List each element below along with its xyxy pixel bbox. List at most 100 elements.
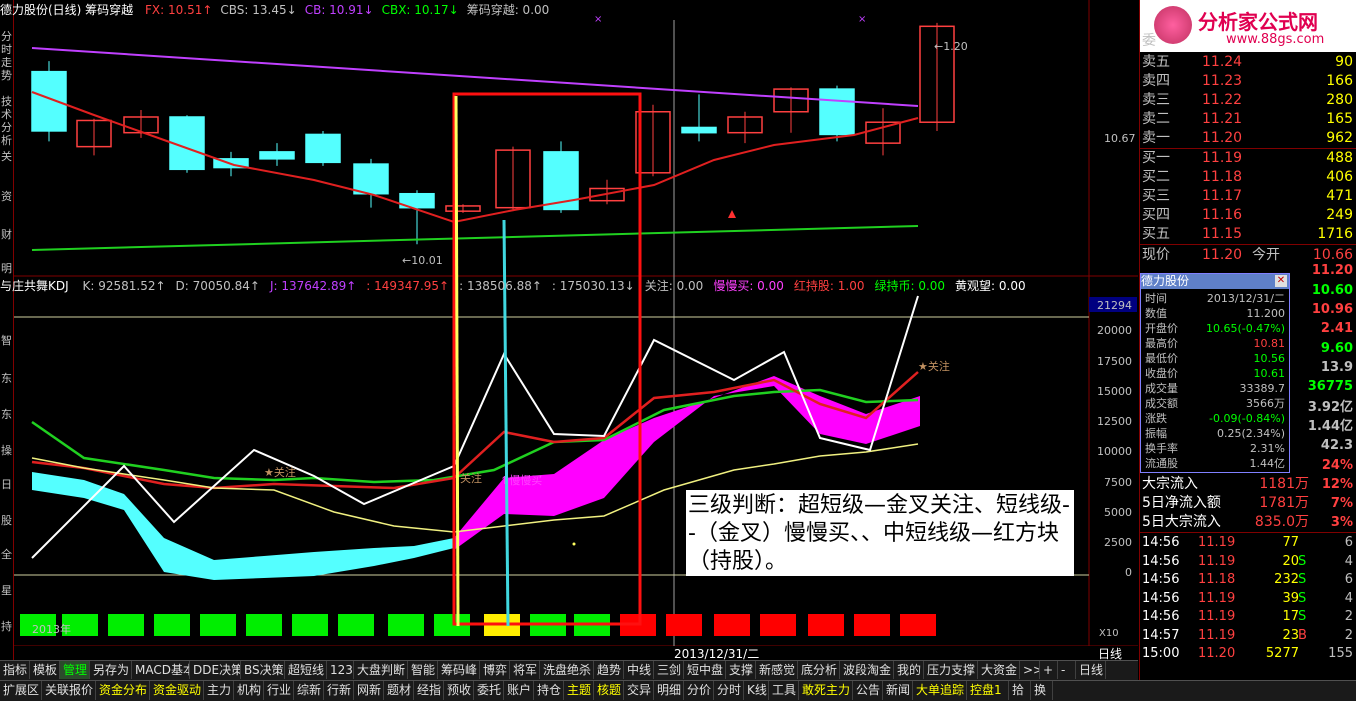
function-tab[interactable]: 工具 [769, 681, 799, 700]
indicator-tab[interactable]: 新感觉 [756, 661, 798, 679]
indicator-tab[interactable]: 模板 [30, 661, 60, 679]
function-tab[interactable]: 交异 [624, 681, 654, 700]
indicator-tab[interactable]: 另存为 [90, 661, 132, 679]
bid-row[interactable]: 买四 11.16 249 [1140, 206, 1356, 225]
sidebar-tab[interactable]: 持 [0, 620, 13, 633]
popup-row-label: 换手率 [1145, 442, 1178, 455]
function-tab[interactable]: 网新 [354, 681, 384, 700]
sidebar-tab-label: 财 [1, 228, 12, 241]
sidebar-tab[interactable]: 分时走势 [0, 30, 13, 82]
sidebar-tab[interactable]: 智 [0, 334, 13, 347]
indicator-tab[interactable]: 中线 [624, 661, 654, 679]
sidebar-tab[interactable]: 东 [0, 408, 13, 421]
indicator-tab[interactable]: 将军 [510, 661, 540, 679]
ask-row[interactable]: 卖五 11.24 90 [1140, 53, 1356, 72]
function-tab[interactable]: 经指 [414, 681, 444, 700]
data-popup[interactable]: 德力股份 ✕ 时间 2013/12/31/二 数值 11.200 开盘价 10.65(-0… [1140, 273, 1290, 473]
sidebar-tab[interactable]: 日 [0, 478, 13, 491]
function-tab[interactable]: 题材 [384, 681, 414, 700]
function-tab[interactable]: 机构 [234, 681, 264, 700]
tick-flag: B [1298, 627, 1307, 643]
function-tab[interactable]: 主力 [204, 681, 234, 700]
indicator-tab[interactable]: - [1058, 661, 1076, 679]
function-tab[interactable]: 预收 [444, 681, 474, 700]
close-icon[interactable]: ✕ [1275, 275, 1287, 287]
popup-row-value: 11.200 [1246, 307, 1286, 320]
function-tab[interactable]: 账户 [504, 681, 534, 700]
bid-row[interactable]: 买五 11.15 1716 [1140, 225, 1356, 244]
indicator-tab[interactable]: MACD基本 [132, 661, 190, 679]
indicator-tab[interactable]: 管理 [60, 661, 90, 679]
bid-row[interactable]: 买二 11.18 406 [1140, 168, 1356, 187]
function-tab[interactable]: 核题 [594, 681, 624, 700]
function-tab[interactable]: 拾 [1009, 681, 1031, 700]
popup-row-value: 2.31% [1250, 442, 1285, 455]
sidebar-tab[interactable]: 操 [0, 444, 13, 457]
popup-row: 换手率 2.31% [1141, 441, 1289, 456]
sidebar-tab[interactable]: 股 [0, 514, 13, 527]
sidebar-tab[interactable]: 全 [0, 548, 13, 561]
bid-row[interactable]: 买三 11.17 471 [1140, 187, 1356, 206]
function-tab[interactable]: 行新 [324, 681, 354, 700]
tick-time: 15:00 [1142, 646, 1180, 661]
indicator-tab[interactable]: 智能 [408, 661, 438, 679]
indicator-tab[interactable]: >> [1020, 661, 1040, 679]
indicator-tab[interactable]: DDE决策 [190, 661, 241, 679]
ask-row[interactable]: 卖三 11.22 280 [1140, 91, 1356, 110]
indicator-tab[interactable]: 短中盘 [684, 661, 726, 679]
function-tab[interactable]: 分价 [684, 681, 714, 700]
ask-row[interactable]: 卖二 11.21 165 [1140, 110, 1356, 129]
sidebar-tab[interactable]: 技术分析 [0, 95, 13, 147]
function-tab[interactable]: 主题 [564, 681, 594, 700]
tick-volume: 39 [1282, 590, 1299, 606]
indicator-tab[interactable]: 洗盘绝杀 [540, 661, 594, 679]
kdj-indicator: : 138506.88↑ [459, 279, 542, 293]
signal-block [200, 614, 236, 636]
function-tab[interactable]: 明细 [654, 681, 684, 700]
popup-row: 涨跌 -0.09(-0.84%) [1141, 411, 1289, 426]
function-tab[interactable]: 大单追踪 [913, 681, 967, 700]
function-tab[interactable]: 换 [1031, 681, 1053, 700]
function-tab[interactable]: 综新 [294, 681, 324, 700]
function-tab[interactable]: 扩展区 [0, 681, 42, 700]
function-tab[interactable]: 资金驱动 [150, 681, 204, 700]
indicator-tab[interactable]: 三剑 [654, 661, 684, 679]
function-tab[interactable]: 关联报价 [42, 681, 96, 700]
bid-row[interactable]: 买一 11.19 488 [1140, 149, 1356, 168]
function-tab[interactable]: 委托 [474, 681, 504, 700]
sidebar-tab[interactable]: 东 [0, 372, 13, 385]
indicator-tab[interactable]: + [1040, 661, 1058, 679]
indicator-tab[interactable]: 趋势 [594, 661, 624, 679]
indicator-tab[interactable]: 波段淘金 [840, 661, 894, 679]
ask-row[interactable]: 卖四 11.23 166 [1140, 72, 1356, 91]
function-tab[interactable]: 新闻 [883, 681, 913, 700]
function-tab[interactable]: 行业 [264, 681, 294, 700]
sidebar-tab[interactable]: 关 [0, 150, 13, 163]
indicator-tab[interactable]: 筹码峰 [438, 661, 480, 679]
function-tab[interactable]: 持仓 [534, 681, 564, 700]
function-tab[interactable]: 资金分布 [96, 681, 150, 700]
indicator-tab[interactable]: 我的 [894, 661, 924, 679]
indicator-tab[interactable]: 大盘判断 [354, 661, 408, 679]
indicator-tab[interactable]: BS决策 [241, 661, 285, 679]
indicator-tab[interactable]: 底分析 [798, 661, 840, 679]
indicator-tab[interactable]: 压力支撑 [924, 661, 978, 679]
indicator-tab[interactable]: 指标 [0, 661, 30, 679]
indicator-tab[interactable]: 超短线 [285, 661, 327, 679]
sidebar-tab-label: 分时走势 [1, 30, 12, 82]
function-tab[interactable]: K线 [744, 681, 769, 700]
indicator-tab[interactable]: 大资金 [978, 661, 1020, 679]
indicator-tab[interactable]: 123 [327, 661, 354, 679]
function-tab[interactable]: 分时 [714, 681, 744, 700]
ask-row[interactable]: 卖一 11.20 962 [1140, 129, 1356, 148]
sidebar-tab[interactable]: 资 [0, 190, 13, 203]
function-tab[interactable]: 控盘1 [967, 681, 1009, 700]
sidebar-tab[interactable]: 财 [0, 228, 13, 241]
indicator-tab[interactable]: 支撑 [726, 661, 756, 679]
function-tab[interactable]: 敢死主力 [799, 681, 853, 700]
sidebar-tab[interactable]: 星 [0, 584, 13, 597]
indicator-tab[interactable]: 日线 [1076, 661, 1106, 679]
indicator-tab[interactable]: 博弈 [480, 661, 510, 679]
sidebar-tab[interactable]: 明 [0, 262, 13, 275]
function-tab[interactable]: 公告 [853, 681, 883, 700]
